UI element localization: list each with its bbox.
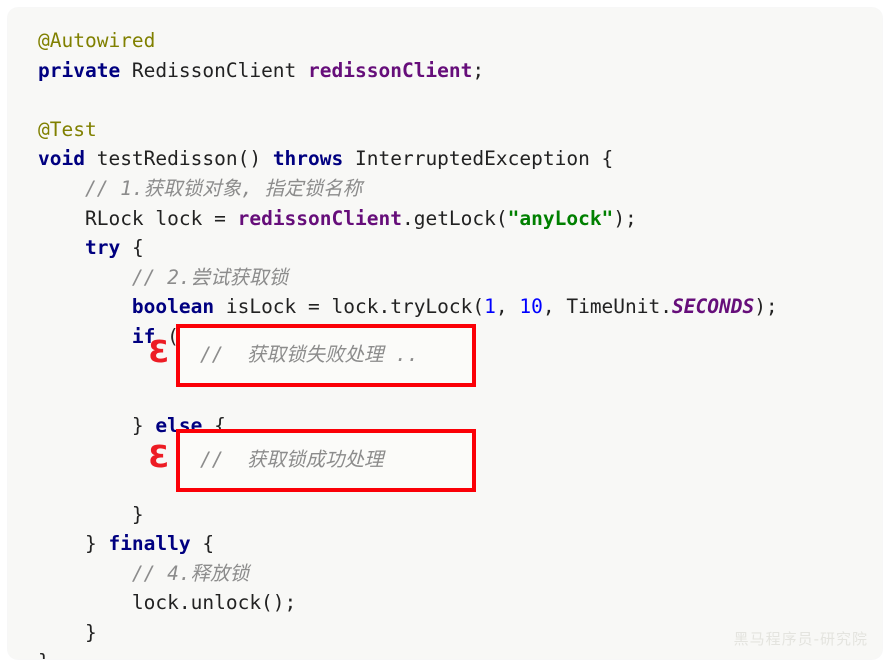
comment-step-4: // 4.释放锁 [131,561,250,585]
line-10-tail: ); [754,295,778,319]
line-7-pre: RLock lock = [84,206,238,230]
code-line-2: private RedissonClient redissonClient; [38,56,882,86]
line-16-tail: { [190,532,215,556]
number-1: 1 [484,295,496,319]
code-line-17: // 4.释放锁 [38,559,882,589]
line-7-indent [38,207,85,230]
line-10-indent [38,295,132,318]
comment-success-handling: // 获取锁成功处理 [200,448,384,471]
line-13-pre: } [131,413,156,437]
code-line-5: void testRedisson() throws InterruptedEx… [38,144,882,174]
line-13-indent [38,414,132,437]
screenshot-root: @Autowired private RedissonClient redisso… [0,0,890,667]
line-20-brace: } [38,650,50,659]
identifier-redissonclient: redissonClient [308,58,473,82]
code-line-3-blank [38,85,882,115]
string-anylock: "anyLock" [507,206,614,230]
line-19-brace: } [84,620,97,644]
number-10: 10 [519,295,543,319]
code-line-6: // 1.获取锁对象, 指定锁名称 [38,174,882,204]
code-line-10: boolean isLock = lock.tryLock(1, 10, Tim… [38,292,882,322]
code-card: @Autowired private RedissonClient redisso… [8,8,882,659]
annotation-autowired: @Autowired [38,29,156,52]
line-7-mid: .getLock( [401,206,508,230]
line-16-pre: } [84,532,109,556]
keyword-boolean: boolean [131,295,215,319]
line-10-pre: isLock = lock.tryLock( [214,295,485,319]
callout-marker-3-fail: 3 [148,335,169,370]
line-17-indent [38,562,132,585]
callout-marker-3-success: 3 [148,440,169,475]
line-8-tail: { [120,236,144,260]
line-8-indent [38,236,85,259]
line-16-indent [38,532,85,555]
code-line-7: RLock lock = redissonClient.getLock("any… [38,204,882,234]
constant-seconds: SECONDS [672,295,755,319]
code-line-16: } finally { [38,529,882,559]
line-10-sep1: , [495,295,520,319]
type-redissonclient: RedissonClient [120,58,309,82]
line-6-indent [38,177,85,200]
watermark-text: 黑马程序员-研究院 [733,630,868,648]
line-18-indent [38,591,132,614]
code-line-4: @Test [38,115,882,145]
code-line-1: @Autowired [38,26,882,56]
line-11-indent [38,325,132,348]
line-7-tail: ); [613,206,637,230]
keyword-throws: throws [272,147,344,171]
line-5-tail: InterruptedException { [343,147,614,171]
method-name-testredisson: testRedisson() [84,147,273,171]
code-line-9: // 2.尝试获取锁 [38,263,882,293]
comment-step-1: // 1.获取锁对象, 指定锁名称 [84,176,363,200]
line-2-tail: ; [472,58,485,82]
keyword-finally: finally [108,532,191,556]
line-15-indent [38,503,132,526]
code-line-20: } [38,647,882,659]
comment-step-2: // 2.尝试获取锁 [131,265,289,289]
code-line-18: lock.unlock(); [38,588,882,618]
code-line-15: } [38,500,882,530]
keyword-private: private [38,58,121,82]
keyword-try: try [84,236,121,260]
code-line-8: try { [38,233,882,263]
keyword-void: void [38,147,85,171]
line-15-brace: } [131,502,144,526]
statement-lock-unlock: lock.unlock(); [131,591,297,615]
identifier-redissonclient-ref: redissonClient [237,206,402,230]
line-9-indent [38,266,132,289]
annotation-test: @Test [38,117,97,141]
line-10-sep2: , TimeUnit. [542,295,672,319]
line-19-indent [38,621,85,644]
comment-fail-handling: // 获取锁失败处理 .. [200,343,419,366]
